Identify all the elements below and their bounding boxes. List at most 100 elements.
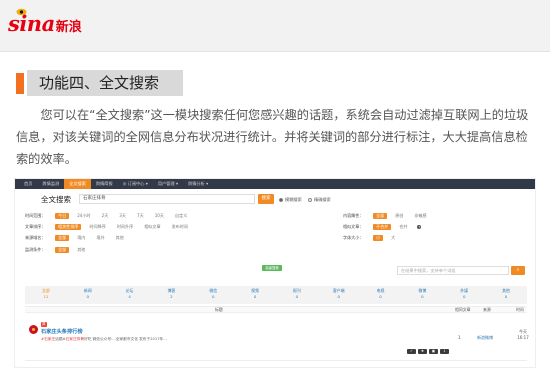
stat-tab-count: 2 [170, 294, 173, 299]
original-badge: 原 [41, 322, 47, 327]
filter-similar-label: 相似文章： [343, 223, 364, 229]
filter-domain-option[interactable]: 其他 [113, 235, 127, 241]
snippet-text: 话题# [55, 337, 66, 341]
filter-panel: 时间范围： 今日 24小时 2天 3天 7天 10天 自定义 文章排序： 相关性… [25, 212, 525, 260]
check-icon[interactable]: ✓ [407, 349, 416, 354]
filter-time-option[interactable]: 24小时 [74, 213, 93, 219]
filter-domain-option[interactable]: 境内 [74, 235, 88, 241]
logo-cjk: 新浪 [55, 19, 82, 35]
help-icon[interactable]: ? [417, 224, 422, 229]
filter-time-option[interactable]: 2天 [99, 213, 112, 219]
filter-time-option[interactable]: 今日 [55, 212, 70, 219]
filter-time-option[interactable]: 10天 [152, 213, 167, 219]
slide-header: sina 新浪 [0, 0, 550, 52]
row-source-link[interactable]: 新浪微博 [477, 335, 493, 341]
nav-analysis[interactable]: 舆情分析 ▾ [183, 179, 213, 189]
filter-time-option[interactable]: 7天 [134, 213, 147, 219]
stat-tab-count: 0 [337, 294, 340, 299]
search-input[interactable]: 石家庄排骨 [79, 194, 255, 204]
filter-domain-label: 来源域名： [25, 234, 46, 240]
search-bar: 全文搜索 石家庄排骨 搜索 模糊搜索 精确搜索 [15, 193, 535, 207]
stat-tab-count: 0 [421, 294, 424, 299]
stat-tab[interactable]: 全部 12 [25, 286, 67, 304]
row-title-link[interactable]: 石家庄头条排行榜 [41, 328, 83, 335]
inner-search-input[interactable]: 在结果中搜索，支持单个词组 [397, 266, 509, 275]
results-table-header: 标题 相同文章 来源 时间 [25, 306, 527, 313]
nav-user-management[interactable]: 用户管理 ▾ [153, 179, 183, 189]
folder-icon[interactable]: ▣ [429, 349, 438, 354]
nav-monitor[interactable]: 舆情监测 [37, 179, 64, 189]
filter-wordsize-option[interactable]: 小 [373, 234, 384, 241]
stat-tab[interactable]: 视频 0 [234, 286, 276, 304]
stat-tab-count: 0 [86, 294, 89, 299]
snippet-highlight: 石家庄排骨 [65, 337, 85, 341]
filter-wordsize-option[interactable]: 大 [388, 235, 398, 241]
header-title: 标题 [215, 307, 223, 312]
filter-sort-option[interactable]: 时间升序 [114, 224, 136, 230]
stat-tab[interactable]: 微博 0 [401, 286, 443, 304]
fuzzy-search-label: 模糊搜索 [285, 196, 302, 202]
filter-condition-option[interactable]: 其他 [74, 247, 88, 253]
exact-search-radio[interactable]: 精确搜索 [308, 197, 331, 202]
header-source: 来源 [483, 307, 491, 312]
avatar-dot [32, 328, 35, 331]
table-row[interactable]: 原 石家庄头条排行榜 #石家庄话题#石家庄排骨好吃 微信公众号:...全家都市文… [25, 315, 529, 361]
filter-attribute-option[interactable]: 全部 [373, 212, 388, 219]
filter-sort-option[interactable]: 发布时间 [169, 224, 191, 230]
nav-fulltext-search[interactable]: 全文搜索 [64, 179, 91, 189]
stat-tab-count: 0 [379, 294, 382, 299]
filter-domain-option[interactable]: 境外 [93, 235, 107, 241]
stat-tab[interactable]: 博客 2 [150, 286, 192, 304]
stat-tab-count: 4 [128, 294, 131, 299]
filter-sort-option[interactable]: 相似文章 [141, 224, 163, 230]
nav-subscription[interactable]: ◎ 订阅中心 ▾ [118, 179, 153, 189]
stat-tab[interactable]: 电视 0 [360, 286, 402, 304]
filter-condition-option[interactable]: 全部 [55, 246, 70, 253]
filter-time-option[interactable]: 3天 [116, 213, 129, 219]
filter-wordsize: 字体大小： 小 大 [343, 234, 403, 241]
filter-attribute-option[interactable]: 原创 [392, 213, 406, 219]
filter-domain-option[interactable]: 全部 [55, 234, 70, 241]
stat-tab-count: 12 [43, 294, 49, 299]
advanced-search-button[interactable]: 高级搜索 [262, 265, 282, 271]
filter-condition: 监测条件： 全部 其他 [25, 246, 93, 253]
filter-similar: 相似文章： 不合并 合并 ? [343, 223, 422, 230]
filter-condition-label: 监测条件： [25, 246, 46, 252]
download-icon[interactable]: ⇩ [440, 349, 449, 354]
sina-eye-icon [16, 8, 27, 16]
nav-home[interactable]: 首页 [19, 179, 37, 189]
row-snippet: #石家庄话题#石家庄排骨好吃 微信公众号:...全家都市文化 发布于2017年.… [41, 337, 445, 342]
nav-briefing[interactable]: 舆情简报 [91, 179, 118, 189]
snippet-text: 好吃 微信公众号:...全家都市文化 发布于2017年... [84, 337, 167, 341]
fuzzy-search-radio[interactable]: 模糊搜索 [279, 197, 302, 202]
filter-time-option[interactable]: 自定义 [172, 213, 190, 219]
star-icon[interactable]: ★ [418, 349, 427, 354]
row-time-clock: 16:17 [517, 335, 529, 340]
stat-tab[interactable]: 其他 0 [485, 286, 527, 304]
stat-tab[interactable]: 外媒 0 [443, 286, 485, 304]
filter-sort-label: 文章排序： [25, 223, 46, 229]
stat-tab-count: 0 [504, 294, 508, 299]
stat-tab-count: 0 [295, 294, 299, 299]
filter-sort-option[interactable]: 时间降序 [86, 224, 108, 230]
avatar [29, 325, 38, 334]
exact-search-label: 精确搜索 [314, 196, 331, 202]
stat-tab[interactable]: 客户端 0 [318, 286, 360, 304]
filter-similar-option[interactable]: 合并 [396, 224, 410, 230]
filter-domain: 来源域名： 全部 境内 境外 其他 [25, 234, 132, 241]
filter-attribute-option[interactable]: 非敏感 [411, 213, 429, 219]
search-icon[interactable]: ⌕ [511, 266, 525, 275]
header-count: 相同文章 [455, 307, 471, 312]
filter-attribute-label: 内容属性： [343, 212, 364, 218]
stat-tab[interactable]: 新闻 0 [67, 286, 109, 304]
logo-latin: sina [8, 10, 55, 36]
search-button[interactable]: 搜索 [258, 194, 274, 204]
stat-tab[interactable]: 报刊 0 [276, 286, 318, 304]
stat-tab-count: 0 [462, 294, 466, 299]
stat-tab[interactable]: 微信 0 [192, 286, 234, 304]
filter-similar-option[interactable]: 不合并 [373, 223, 392, 230]
snippet-highlight: #石家庄 [41, 337, 56, 341]
filter-sort-option[interactable]: 相关性排序 [55, 223, 82, 230]
stat-tab[interactable]: 论坛 4 [109, 286, 151, 304]
filter-wordsize-label: 字体大小： [343, 234, 364, 240]
